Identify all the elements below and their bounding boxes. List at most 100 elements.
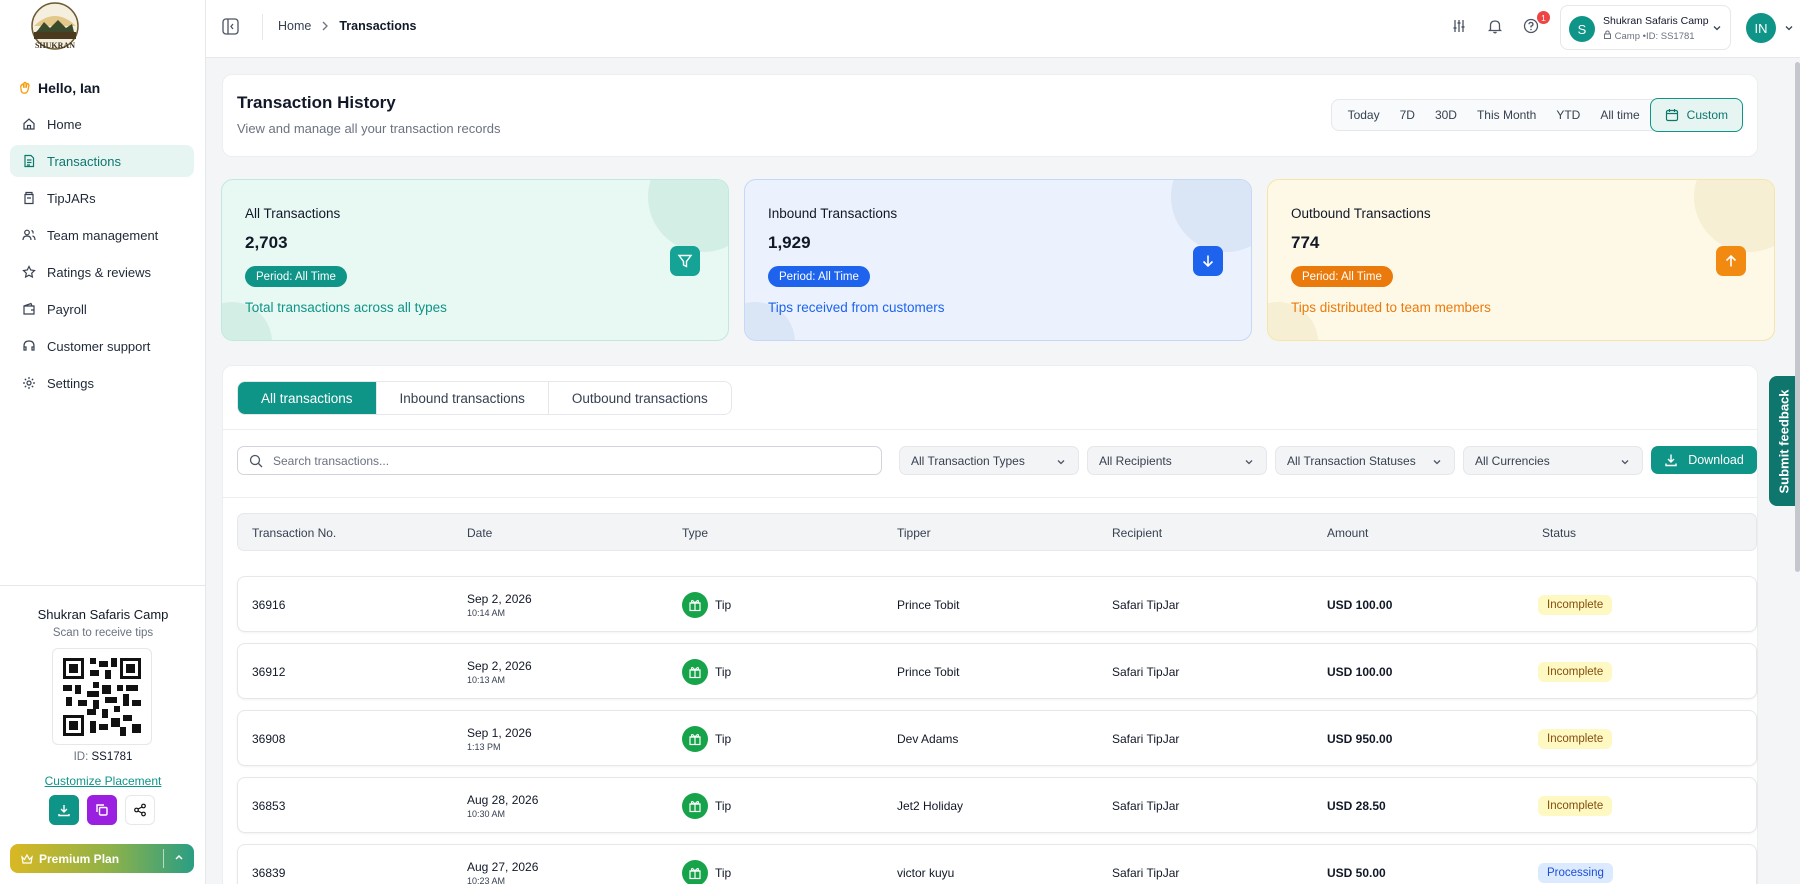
sidebar-item-payroll[interactable]: Payroll bbox=[10, 293, 194, 325]
premium-divider bbox=[163, 849, 164, 868]
download-qr-button[interactable] bbox=[49, 795, 79, 825]
sidebar-item-label: Team management bbox=[47, 227, 159, 243]
currency-select[interactable]: All Currencies bbox=[1463, 446, 1643, 475]
sidebar-item-team-management[interactable]: Team management bbox=[10, 219, 194, 251]
sidebar-item-ratings-reviews[interactable]: Ratings & reviews bbox=[10, 256, 194, 288]
tab-all-transactions[interactable]: All transactions bbox=[238, 382, 377, 414]
crown-icon bbox=[21, 853, 33, 864]
column-header[interactable]: Amount bbox=[1327, 526, 1368, 540]
status-badge: Incomplete bbox=[1538, 662, 1613, 682]
download-button[interactable]: Download bbox=[1651, 446, 1757, 474]
stat-value: 2,703 bbox=[245, 233, 288, 252]
column-header[interactable]: Type bbox=[682, 526, 708, 540]
bell-icon[interactable] bbox=[1487, 18, 1503, 34]
arrow-up-icon bbox=[1725, 254, 1737, 267]
user-avatar[interactable]: IN bbox=[1746, 13, 1776, 43]
transaction-status-select[interactable]: All Transaction Statuses bbox=[1275, 446, 1455, 475]
table-row[interactable]: 36839 Aug 27, 2026 10:23 AM Tip victor k… bbox=[237, 844, 1757, 884]
period-30d[interactable]: 30D bbox=[1425, 100, 1467, 130]
table-row[interactable]: 36912 Sep 2, 2026 10:13 AM Tip Prince To… bbox=[237, 643, 1757, 699]
column-header[interactable]: Recipient bbox=[1112, 526, 1162, 540]
transaction-type-label: Tip bbox=[715, 866, 732, 880]
period-7d[interactable]: 7D bbox=[1390, 100, 1425, 130]
transaction-date: Sep 2, 2026 bbox=[467, 659, 532, 673]
sliders-icon[interactable] bbox=[1451, 18, 1467, 34]
transaction-time: 10:14 AM bbox=[467, 608, 506, 618]
gear-icon bbox=[23, 377, 35, 389]
breadcrumb: Home Transactions bbox=[278, 19, 416, 33]
sidebar-item-transactions[interactable]: Transactions bbox=[10, 145, 194, 177]
customize-placement-link[interactable]: Customize Placement bbox=[0, 774, 206, 788]
camp-switch-meta: Camp •ID: SS1781 bbox=[1603, 30, 1695, 42]
users-icon bbox=[22, 229, 36, 241]
transaction-type-select[interactable]: All Transaction Types bbox=[899, 446, 1079, 475]
transaction-amount: USD 100.00 bbox=[1327, 598, 1393, 612]
tab-inbound-transactions[interactable]: Inbound transactions bbox=[377, 382, 549, 414]
share-qr-button[interactable] bbox=[125, 795, 155, 825]
sidebar-item-settings[interactable]: Settings bbox=[10, 367, 194, 399]
stat-description: Total transactions across all types bbox=[245, 300, 447, 315]
stat-period-badge: Period: All Time bbox=[245, 266, 347, 287]
column-header[interactable]: Date bbox=[467, 526, 492, 540]
table-row[interactable]: 36908 Sep 1, 2026 1:13 PM Tip Dev Adams … bbox=[237, 710, 1757, 766]
top-header: Home Transactions 1 S Shukran Safaris Ca… bbox=[206, 0, 1800, 58]
stat-description: Tips distributed to team members bbox=[1291, 300, 1491, 315]
sidebar-item-home[interactable]: Home bbox=[10, 108, 194, 140]
premium-plan-button[interactable]: Premium Plan bbox=[10, 844, 194, 873]
copy-qr-button[interactable] bbox=[87, 795, 117, 825]
period-today[interactable]: Today bbox=[1338, 100, 1390, 130]
select-value: All Currencies bbox=[1475, 453, 1550, 468]
camp-switcher[interactable]: S Shukran Safaris Camp Camp •ID: SS1781 bbox=[1560, 5, 1731, 50]
column-header[interactable]: Tipper bbox=[897, 526, 931, 540]
period-filter: Today 7D 30D This Month YTD All time Cus… bbox=[1330, 98, 1743, 132]
transaction-date: Sep 2, 2026 bbox=[467, 592, 532, 606]
chevron-down-icon[interactable] bbox=[1784, 23, 1794, 33]
column-header[interactable]: Status bbox=[1542, 526, 1576, 540]
gift-icon bbox=[682, 659, 708, 685]
transaction-date: Aug 27, 2026 bbox=[467, 860, 539, 874]
column-header[interactable]: Transaction No. bbox=[252, 526, 336, 540]
sidebar-item-label: Ratings & reviews bbox=[47, 264, 152, 280]
transaction-type-label: Tip bbox=[715, 665, 732, 679]
period-ytd[interactable]: YTD bbox=[1546, 100, 1590, 130]
tab-outbound-transactions[interactable]: Outbound transactions bbox=[549, 382, 731, 414]
sidebar-divider bbox=[0, 585, 206, 586]
chevron-right-icon bbox=[322, 21, 329, 31]
recipient-name: Safari TipJar bbox=[1112, 732, 1180, 746]
search-box bbox=[237, 446, 882, 475]
transaction-amount: USD 950.00 bbox=[1327, 732, 1393, 746]
table-row[interactable]: 36916 Sep 2, 2026 10:14 AM Tip Prince To… bbox=[237, 576, 1757, 632]
table-row[interactable]: 36853 Aug 28, 2026 10:30 AM Tip Jet2 Hol… bbox=[237, 777, 1757, 833]
shukran-logo[interactable]: SHUKRAN bbox=[28, 2, 82, 56]
transaction-number: 36853 bbox=[252, 799, 286, 813]
tipper-name: Prince Tobit bbox=[897, 665, 960, 679]
gift-icon bbox=[682, 793, 708, 819]
sidebar-toggle-icon[interactable] bbox=[222, 18, 239, 35]
transaction-type: Tip bbox=[682, 860, 731, 884]
submit-feedback-label: Submit feedback bbox=[1777, 388, 1792, 494]
chevron-up-icon[interactable] bbox=[173, 851, 185, 863]
sidebar-item-tipjars[interactable]: TipJARs bbox=[10, 182, 194, 214]
camp-name: Shukran Safaris Camp bbox=[37, 607, 169, 622]
transaction-type: Tip bbox=[682, 793, 731, 819]
search-input[interactable] bbox=[273, 453, 853, 468]
status-badge: Incomplete bbox=[1538, 595, 1613, 615]
scrollbar-thumb[interactable] bbox=[1795, 62, 1800, 572]
recipient-select[interactable]: All Recipients bbox=[1087, 446, 1267, 475]
period-all-time[interactable]: All time bbox=[1590, 100, 1649, 130]
select-value: All Recipients bbox=[1099, 453, 1172, 468]
stat-value: 1,929 bbox=[768, 233, 811, 252]
transaction-time: 10:30 AM bbox=[467, 809, 506, 819]
section-divider bbox=[223, 497, 1757, 498]
breadcrumb-home[interactable]: Home bbox=[278, 19, 311, 33]
jar-icon bbox=[24, 191, 34, 205]
qr-actions bbox=[49, 795, 155, 825]
period-this-month[interactable]: This Month bbox=[1467, 100, 1546, 130]
help-icon[interactable] bbox=[1523, 18, 1539, 34]
sidebar-item-label: Home bbox=[47, 116, 82, 132]
camp-switch-id: ID: SS1781 bbox=[1645, 31, 1695, 42]
breadcrumb-current: Transactions bbox=[339, 19, 417, 33]
sidebar-item-customer-support[interactable]: Customer support bbox=[10, 330, 194, 362]
period-custom[interactable]: Custom bbox=[1649, 98, 1743, 132]
tipper-name: Dev Adams bbox=[897, 732, 959, 746]
